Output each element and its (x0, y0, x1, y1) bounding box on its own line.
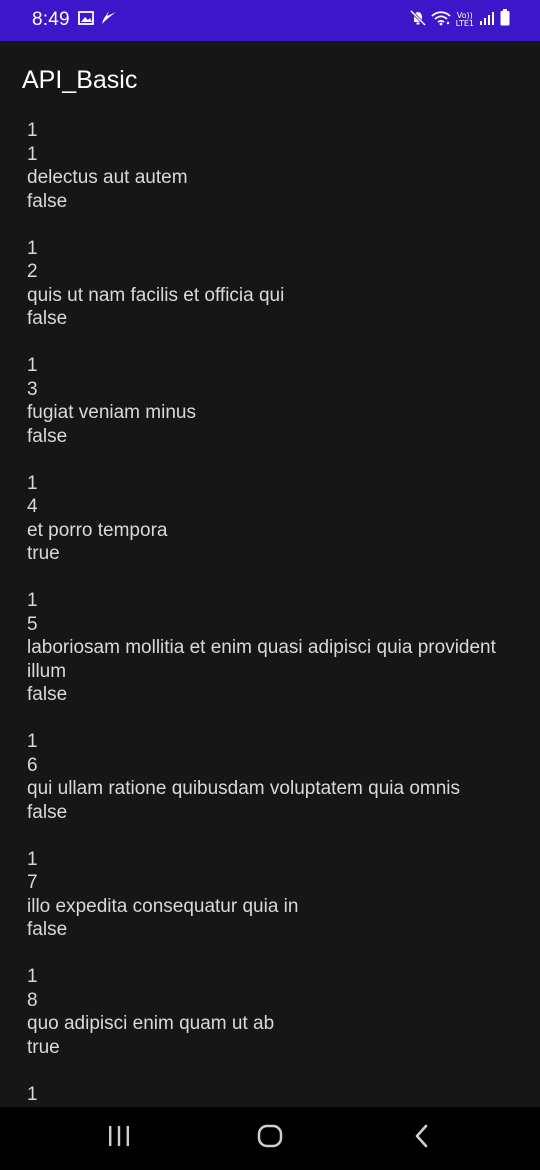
item-id: 2 (27, 261, 38, 282)
item-title: qui ullam ratione quibusdam voluptatem q… (27, 778, 461, 799)
todo-list[interactable]: 1 1 delectus aut autem false 1 2 quis ut… (0, 119, 540, 1107)
back-icon (413, 1123, 431, 1154)
item-title: illo expedita consequatur quia in (27, 895, 299, 917)
item-id: 8 (27, 989, 38, 1011)
item-id: 5 (27, 613, 38, 635)
item-user-id: 1 (27, 1083, 38, 1105)
item-user-id: 1 (27, 237, 38, 259)
item-user-id: 1 (27, 355, 38, 376)
recent-apps-icon (107, 1125, 131, 1152)
recent-apps-button[interactable] (79, 1107, 159, 1170)
item-id: 4 (27, 496, 38, 517)
list-item[interactable]: 1 6 qui ullam ratione quibusdam voluptat… (27, 730, 540, 824)
navigation-bar (0, 1107, 540, 1170)
mute-icon (409, 9, 426, 31)
item-id: 1 (27, 143, 38, 165)
image-icon (78, 11, 94, 30)
list-item[interactable]: 1 (27, 1083, 540, 1107)
item-user-id: 1 (27, 590, 38, 611)
item-completed: false (27, 919, 68, 940)
list-item[interactable]: 1 3 fugiat veniam minus false (27, 354, 540, 448)
list-item[interactable]: 1 7 illo expedita consequatur quia in fa… (27, 848, 540, 942)
volte-bottom-label: LTE1 (455, 19, 474, 28)
signal-icon (479, 10, 495, 31)
app-title: API_Basic (22, 66, 138, 94)
item-title: quis ut nam facilis et officia qui (27, 284, 285, 306)
home-icon (257, 1123, 283, 1154)
home-button[interactable] (230, 1107, 310, 1170)
item-completed: false (27, 684, 68, 705)
back-button[interactable] (382, 1107, 462, 1170)
battery-icon (500, 9, 510, 31)
status-bar: 8:49 Vo)) LTE1 (0, 0, 540, 41)
item-user-id: 1 (27, 472, 38, 494)
item-user-id: 1 (27, 120, 38, 141)
item-completed: true (27, 1036, 60, 1058)
item-title: delectus aut autem (27, 167, 188, 188)
item-title: fugiat veniam minus (27, 402, 196, 423)
bird-icon (100, 10, 118, 31)
item-user-id: 1 (27, 848, 38, 870)
item-id: 7 (27, 872, 38, 893)
item-id: 3 (27, 378, 38, 400)
item-completed: true (27, 543, 60, 564)
app-bar: API_Basic (0, 41, 540, 119)
status-time: 8:49 (32, 9, 70, 30)
status-left-icons (78, 10, 118, 31)
item-title: et porro tempora (27, 519, 168, 541)
wifi-icon (430, 10, 451, 31)
list-item[interactable]: 1 1 delectus aut autem false (27, 119, 540, 213)
item-completed: false (27, 425, 68, 447)
item-completed: false (27, 308, 68, 329)
item-completed: false (27, 801, 68, 823)
status-right-icons: Vo)) LTE1 (409, 9, 510, 31)
item-title: quo adipisci enim quam ut ab (27, 1013, 275, 1034)
item-title: laboriosam mollitia et enim quasi adipis… (27, 637, 502, 682)
list-item[interactable]: 1 4 et porro tempora true (27, 472, 540, 566)
item-completed: false (27, 190, 68, 212)
list-item[interactable]: 1 5 laboriosam mollitia et enim quasi ad… (27, 589, 540, 707)
item-user-id: 1 (27, 966, 38, 987)
list-item[interactable]: 1 2 quis ut nam facilis et officia qui f… (27, 237, 540, 331)
list-item[interactable]: 1 8 quo adipisci enim quam ut ab true (27, 965, 540, 1059)
item-id: 6 (27, 754, 38, 776)
item-user-id: 1 (27, 731, 38, 752)
volte-icon: Vo)) LTE1 (456, 12, 474, 28)
